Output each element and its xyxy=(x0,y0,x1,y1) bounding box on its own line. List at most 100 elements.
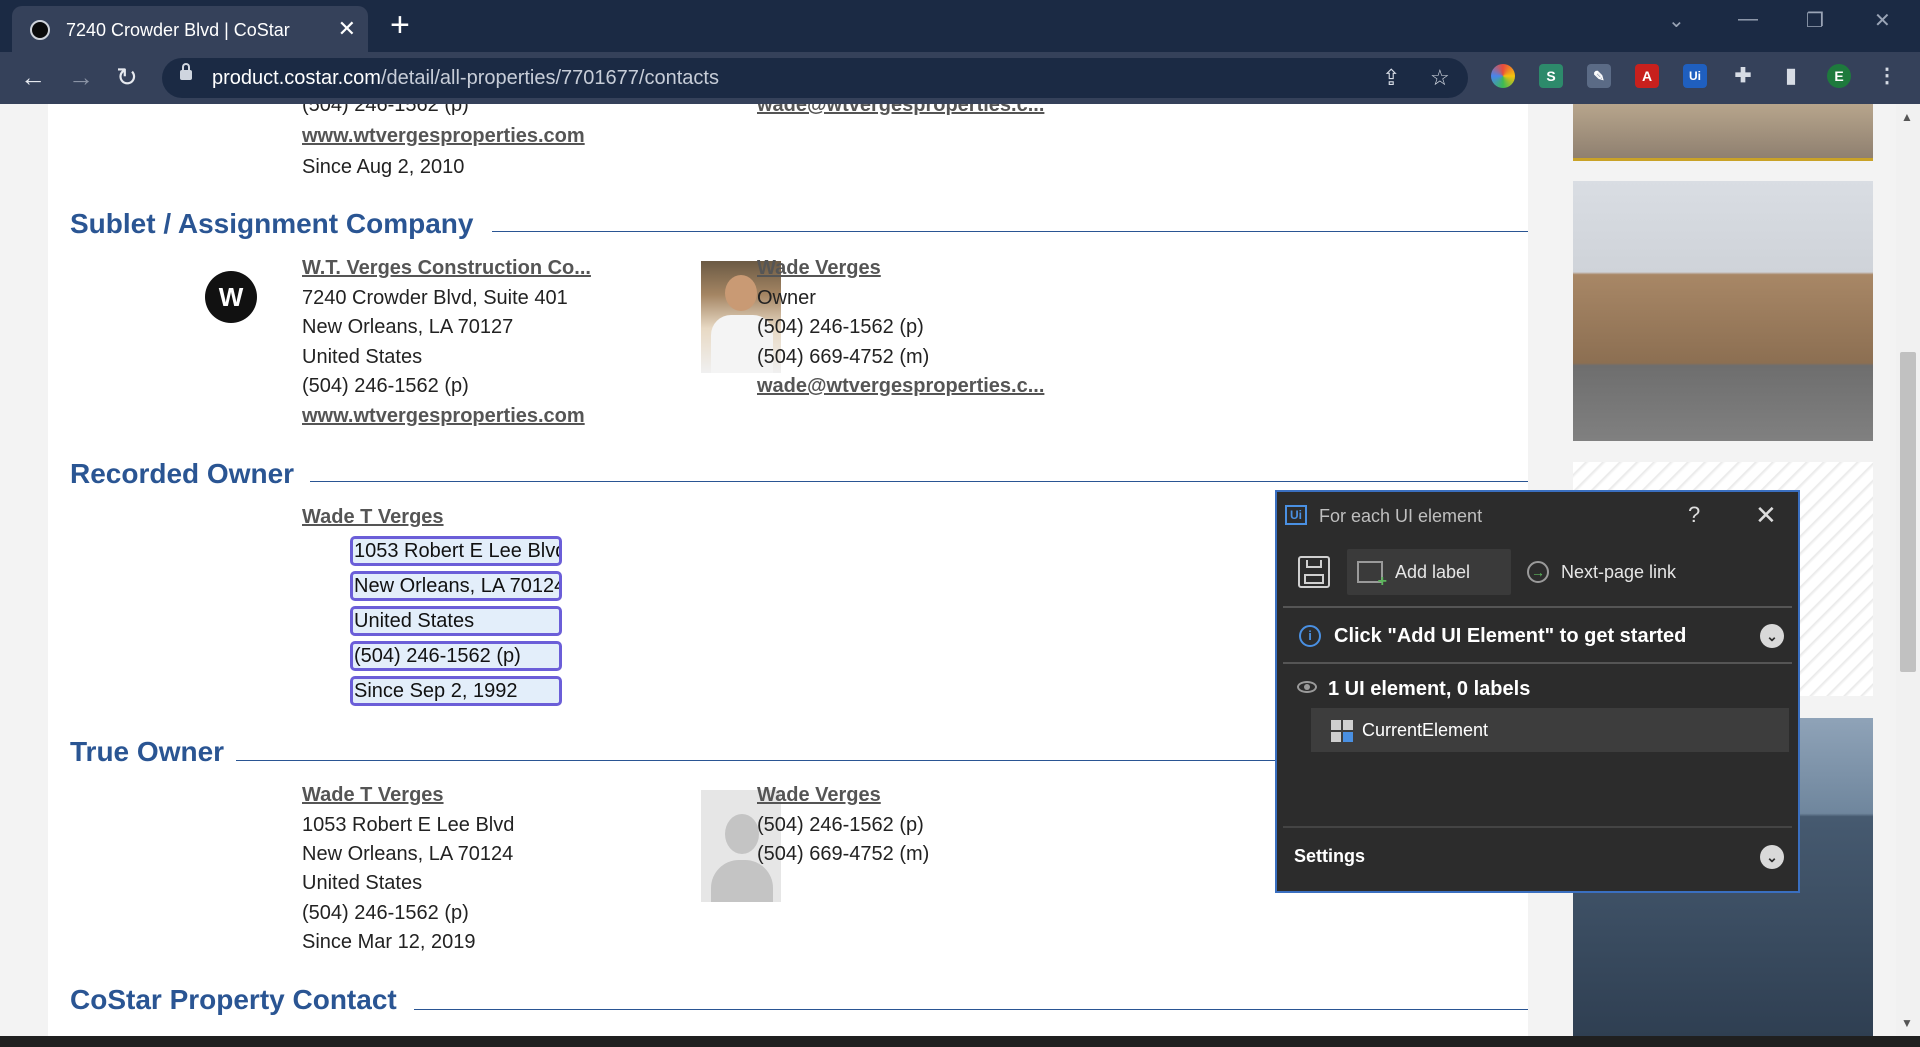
highlighted-address[interactable]: 1053 Robert E Lee Blvd xyxy=(350,536,562,566)
section-divider xyxy=(310,481,1528,482)
lock-icon[interactable] xyxy=(180,63,192,80)
sublet-city: New Orleans, LA 70127 xyxy=(302,316,514,338)
true-owner-address: 1053 Robert E Lee Blvd xyxy=(302,814,515,836)
new-tab-button[interactable]: + xyxy=(390,6,410,45)
sublet-contact-email-link[interactable]: wade@wtvergesproperties.c... xyxy=(757,375,1044,398)
true-owner-contact-mobile: (504) 669-4752 (m) xyxy=(757,843,930,865)
pen-extension-icon[interactable]: ✎ xyxy=(1587,64,1611,88)
add-label-icon xyxy=(1357,561,1387,591)
partial-email-link[interactable]: wade@wtvergesproperties.c... xyxy=(757,104,1044,117)
sublet-address: 7240 Crowder Blvd, Suite 401 xyxy=(302,287,568,309)
minimize-icon[interactable]: — xyxy=(1738,8,1758,31)
url-text[interactable]: product.costar.com/detail/all-properties… xyxy=(212,67,719,90)
true-owner-country: United States xyxy=(302,872,423,894)
restore-icon[interactable]: ❐ xyxy=(1806,8,1824,33)
tab-close-icon[interactable]: ✕ xyxy=(338,16,356,42)
dialog-header: Ui For each UI element ? ✕ xyxy=(1277,492,1798,536)
highlighted-phone[interactable]: (504) 246-1562 (p) xyxy=(350,641,562,671)
settings-expand-chevron-icon[interactable]: ⌄ xyxy=(1760,845,1784,869)
placeholder-body xyxy=(711,860,773,902)
costar-contact-section-title: CoStar Property Contact xyxy=(70,984,397,1015)
side-panel-icon[interactable]: ▮ xyxy=(1779,64,1803,88)
for-each-ui-element-dialog: Ui For each UI element ? ✕ Add label → N… xyxy=(1275,490,1800,893)
add-label-text: Add label xyxy=(1395,562,1471,582)
browser-tab[interactable]: 7240 Crowder Blvd | CoStar ✕ xyxy=(12,6,368,52)
property-photo-building[interactable] xyxy=(1573,181,1873,441)
uipath-extension-icon[interactable]: Ui xyxy=(1683,64,1707,88)
info-expand-chevron-icon[interactable]: ⌄ xyxy=(1760,624,1784,648)
section-divider xyxy=(414,1009,1528,1010)
back-arrow-icon[interactable]: ← xyxy=(20,62,46,93)
sublet-website-link[interactable]: www.wtvergesproperties.com xyxy=(302,405,585,428)
recorded-owner-section-title: Recorded Owner xyxy=(70,458,295,489)
property-photo-top[interactable] xyxy=(1573,104,1873,161)
true-owner-phone: (504) 246-1562 (p) xyxy=(302,902,469,924)
true-owner-contact-link[interactable]: Wade Verges xyxy=(757,784,881,807)
page-viewport: (504) 246-1562 (p) wade@wtvergesproperti… xyxy=(0,104,1920,1036)
sublet-contact-mobile: (504) 669-4752 (m) xyxy=(757,346,930,368)
window-close-icon[interactable]: ✕ xyxy=(1874,8,1891,33)
sublet-contact-phone: (504) 246-1562 (p) xyxy=(757,316,924,338)
true-owner-section-title: True Owner xyxy=(70,736,225,767)
info-icon: i xyxy=(1299,625,1321,647)
tab-title: 7240 Crowder Blvd | CoStar xyxy=(66,20,290,40)
share-icon[interactable]: ⇪ xyxy=(1382,65,1400,91)
eye-icon[interactable] xyxy=(1297,681,1317,693)
true-owner-link[interactable]: Wade T Verges xyxy=(302,784,444,807)
true-owner-contact-phone: (504) 246-1562 (p) xyxy=(757,814,924,836)
true-owner-since: Since Mar 12, 2019 xyxy=(302,931,476,953)
taskbar xyxy=(0,1036,1920,1047)
sublet-contact-role: Owner xyxy=(757,287,816,309)
next-page-icon: → xyxy=(1527,561,1549,583)
profile-avatar[interactable]: E xyxy=(1827,64,1851,88)
uipath-logo-icon: Ui xyxy=(1285,505,1307,525)
section-divider xyxy=(492,231,1528,232)
current-element-row[interactable]: CurrentElement xyxy=(1311,708,1789,752)
dialog-close-icon[interactable]: ✕ xyxy=(1755,500,1777,531)
sublet-phone: (504) 246-1562 (p) xyxy=(302,375,469,397)
true-owner-city: New Orleans, LA 70124 xyxy=(302,843,514,865)
pdf-extension-icon[interactable]: A xyxy=(1635,64,1659,88)
save-icon[interactable] xyxy=(1298,556,1330,588)
partial-since: Since Aug 2, 2010 xyxy=(302,156,465,178)
info-message: Click "Add UI Element" to get started xyxy=(1334,625,1687,647)
help-icon[interactable]: ? xyxy=(1688,502,1700,528)
forward-arrow-icon[interactable]: → xyxy=(68,62,94,93)
recorded-owner-link[interactable]: Wade T Verges xyxy=(302,506,444,529)
company-logo: W xyxy=(205,271,257,323)
settings-label[interactable]: Settings xyxy=(1294,846,1365,867)
highlighted-country[interactable]: United States xyxy=(350,606,562,636)
next-page-text: Next-page link xyxy=(1561,562,1677,582)
reload-icon[interactable]: ↻ xyxy=(116,62,138,93)
partial-website-link[interactable]: www.wtvergesproperties.com xyxy=(302,125,585,148)
dialog-divider xyxy=(1283,606,1792,608)
scrollbar-thumb[interactable] xyxy=(1900,352,1916,672)
sublet-company-link[interactable]: W.T. Verges Construction Co... xyxy=(302,257,591,280)
current-element-label: CurrentElement xyxy=(1362,720,1489,740)
highlighted-since[interactable]: Since Sep 2, 1992 xyxy=(350,676,562,706)
bookmark-star-icon[interactable]: ☆ xyxy=(1430,65,1450,91)
browser-menu-icon[interactable]: ⋮ xyxy=(1875,64,1899,88)
sublet-section-title: Sublet / Assignment Company xyxy=(70,208,474,239)
browser-toolbar: ← → ↻ product.costar.com/detail/all-prop… xyxy=(0,52,1920,104)
scroll-up-icon[interactable]: ▲ xyxy=(1901,110,1913,124)
s-extension-icon[interactable]: S xyxy=(1539,64,1563,88)
highlighted-city[interactable]: New Orleans, LA 70124 xyxy=(350,571,562,601)
scroll-down-icon[interactable]: ▼ xyxy=(1901,1016,1913,1030)
address-bar[interactable]: product.costar.com/detail/all-properties… xyxy=(162,58,1468,98)
dialog-divider xyxy=(1283,826,1792,828)
photo-face xyxy=(725,275,757,311)
ui-element-icon xyxy=(1331,720,1353,742)
tab-strip: 7240 Crowder Blvd | CoStar ✕ + ⌄ — ❐ ✕ xyxy=(0,0,1920,52)
next-page-link-button[interactable]: → Next-page link xyxy=(1525,549,1705,595)
costar-favicon-icon xyxy=(30,20,50,40)
sublet-country: United States xyxy=(302,346,423,368)
extensions-puzzle-icon[interactable]: ✚ xyxy=(1731,64,1755,88)
color-picker-extension-icon[interactable] xyxy=(1491,64,1515,88)
add-label-button[interactable]: Add label xyxy=(1347,549,1511,595)
partial-phone: (504) 246-1562 (p) xyxy=(302,104,469,116)
tab-search-icon[interactable]: ⌄ xyxy=(1668,8,1685,33)
sublet-contact-link[interactable]: Wade Verges xyxy=(757,257,881,280)
dialog-divider xyxy=(1283,662,1792,664)
dialog-title: For each UI element xyxy=(1319,506,1483,526)
